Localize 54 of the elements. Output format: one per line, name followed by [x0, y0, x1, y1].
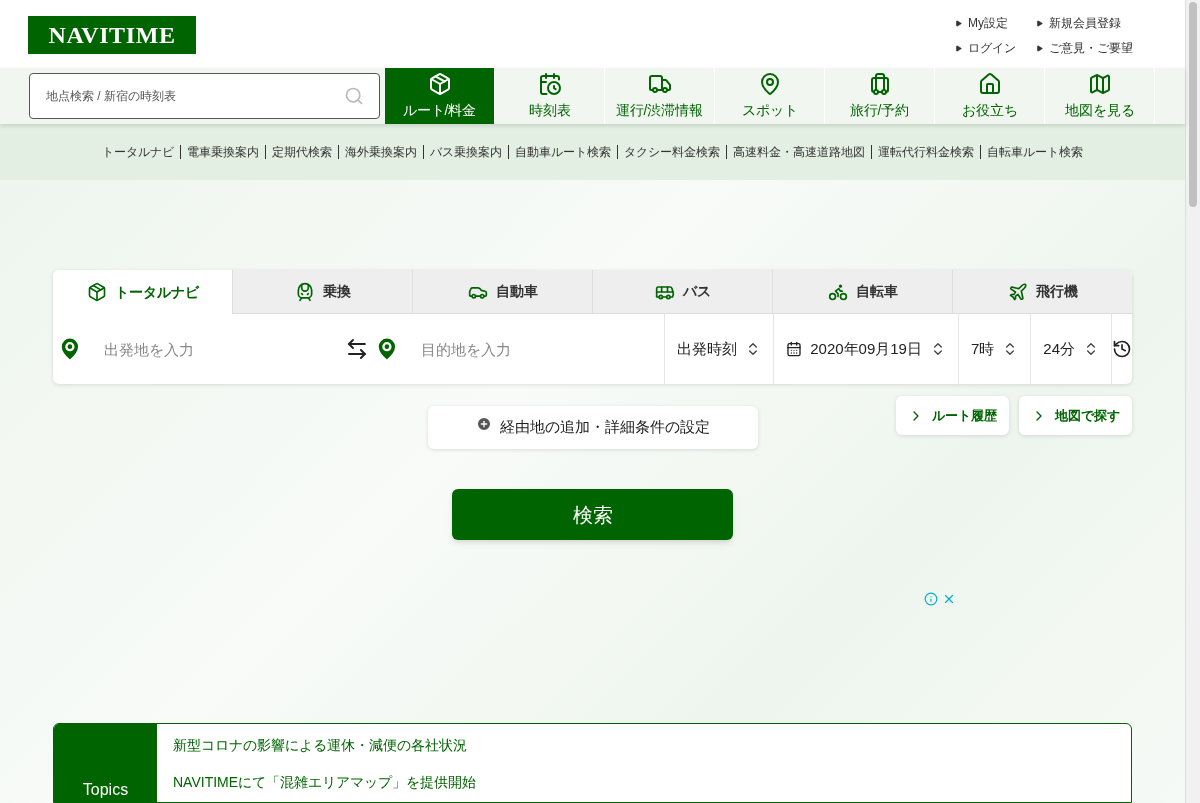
calendar-clock-icon [537, 71, 562, 96]
route-options-button[interactable]: 経由地の追加・詳細条件の設定 [428, 406, 758, 449]
history-button[interactable] [1111, 314, 1132, 384]
topic-link[interactable]: 新型コロナの影響による運休・減便の各社状況 [173, 735, 477, 756]
sub-nav-link[interactable]: 定期代検索 [272, 143, 332, 162]
caret-icon [1036, 19, 1043, 27]
sub-nav-link[interactable]: 運転代行料金検索 [878, 143, 974, 162]
topics-label: Topics [54, 724, 157, 802]
side-link-button[interactable]: 地図で探す [1019, 396, 1132, 435]
history-icon [1112, 339, 1132, 359]
sub-nav-link[interactable]: トータルナビ [102, 143, 174, 162]
transport-tab[interactable]: 乗換 [233, 270, 413, 314]
airplane-icon [1007, 281, 1028, 302]
minute-select[interactable]: 24分 [1030, 314, 1111, 384]
destination-field[interactable]: 目的地を入力 [420, 329, 665, 369]
info-icon[interactable] [924, 592, 938, 606]
sub-nav-link[interactable]: バス乗換案内 [430, 143, 502, 162]
transport-tab[interactable]: バス [593, 270, 773, 314]
sub-nav-link[interactable]: 高速料金・高速道路地図 [733, 143, 865, 162]
date-select[interactable]: 2020年09月19日 [773, 314, 958, 384]
box-icon [86, 282, 107, 302]
caret-icon [955, 44, 962, 52]
transport-tab[interactable]: 自転車 [773, 270, 953, 314]
calendar-icon [786, 341, 803, 357]
house-icon [977, 71, 1002, 96]
hour-select[interactable]: 7時 [957, 314, 1031, 384]
header-link[interactable]: My設定 [955, 14, 1016, 32]
sub-nav-link[interactable]: 自動車ルート検索 [515, 143, 611, 162]
topic-link[interactable]: NAVITIMEにて「混雑エリアマップ」を提供開始 [173, 772, 477, 793]
search-field[interactable]: 地点検索 / 新宿の時刻表 [29, 73, 380, 120]
search-button[interactable]: 検索 [452, 489, 733, 540]
caret-icon [955, 19, 962, 27]
plus-icon [476, 415, 492, 432]
header-link[interactable]: ご意見・ご要望 [1036, 39, 1133, 57]
box-icon [427, 71, 452, 96]
logo[interactable]: NAVITIME [28, 16, 196, 54]
nav-item[interactable]: ルート/料金 [385, 68, 495, 125]
transport-tab[interactable]: トータルナビ [53, 270, 233, 314]
sub-nav-link[interactable]: タクシー料金検索 [624, 143, 720, 162]
close-icon[interactable] [942, 592, 956, 606]
search-icon [344, 86, 364, 107]
side-link-button[interactable]: ルート履歴 [896, 396, 1009, 435]
transport-tab[interactable]: 自動車 [413, 270, 593, 314]
scrollbar[interactable] [1185, 0, 1200, 803]
sub-nav-link[interactable]: 海外乗換案内 [345, 143, 417, 162]
departure-field[interactable]: 出発地を入力 [103, 329, 338, 369]
sub-nav-link[interactable]: 電車乗換案内 [187, 143, 259, 162]
map-icon [1087, 71, 1112, 96]
sub-nav-link[interactable]: 自転車ルート検索 [987, 143, 1083, 162]
transport-tab[interactable]: 飛行機 [953, 270, 1132, 314]
header-link[interactable]: 新規会員登録 [1036, 14, 1133, 32]
caret-icon [1036, 44, 1043, 52]
time-type-select[interactable]: 出発時刻 [664, 314, 774, 384]
header-link[interactable]: ログイン [955, 39, 1016, 57]
